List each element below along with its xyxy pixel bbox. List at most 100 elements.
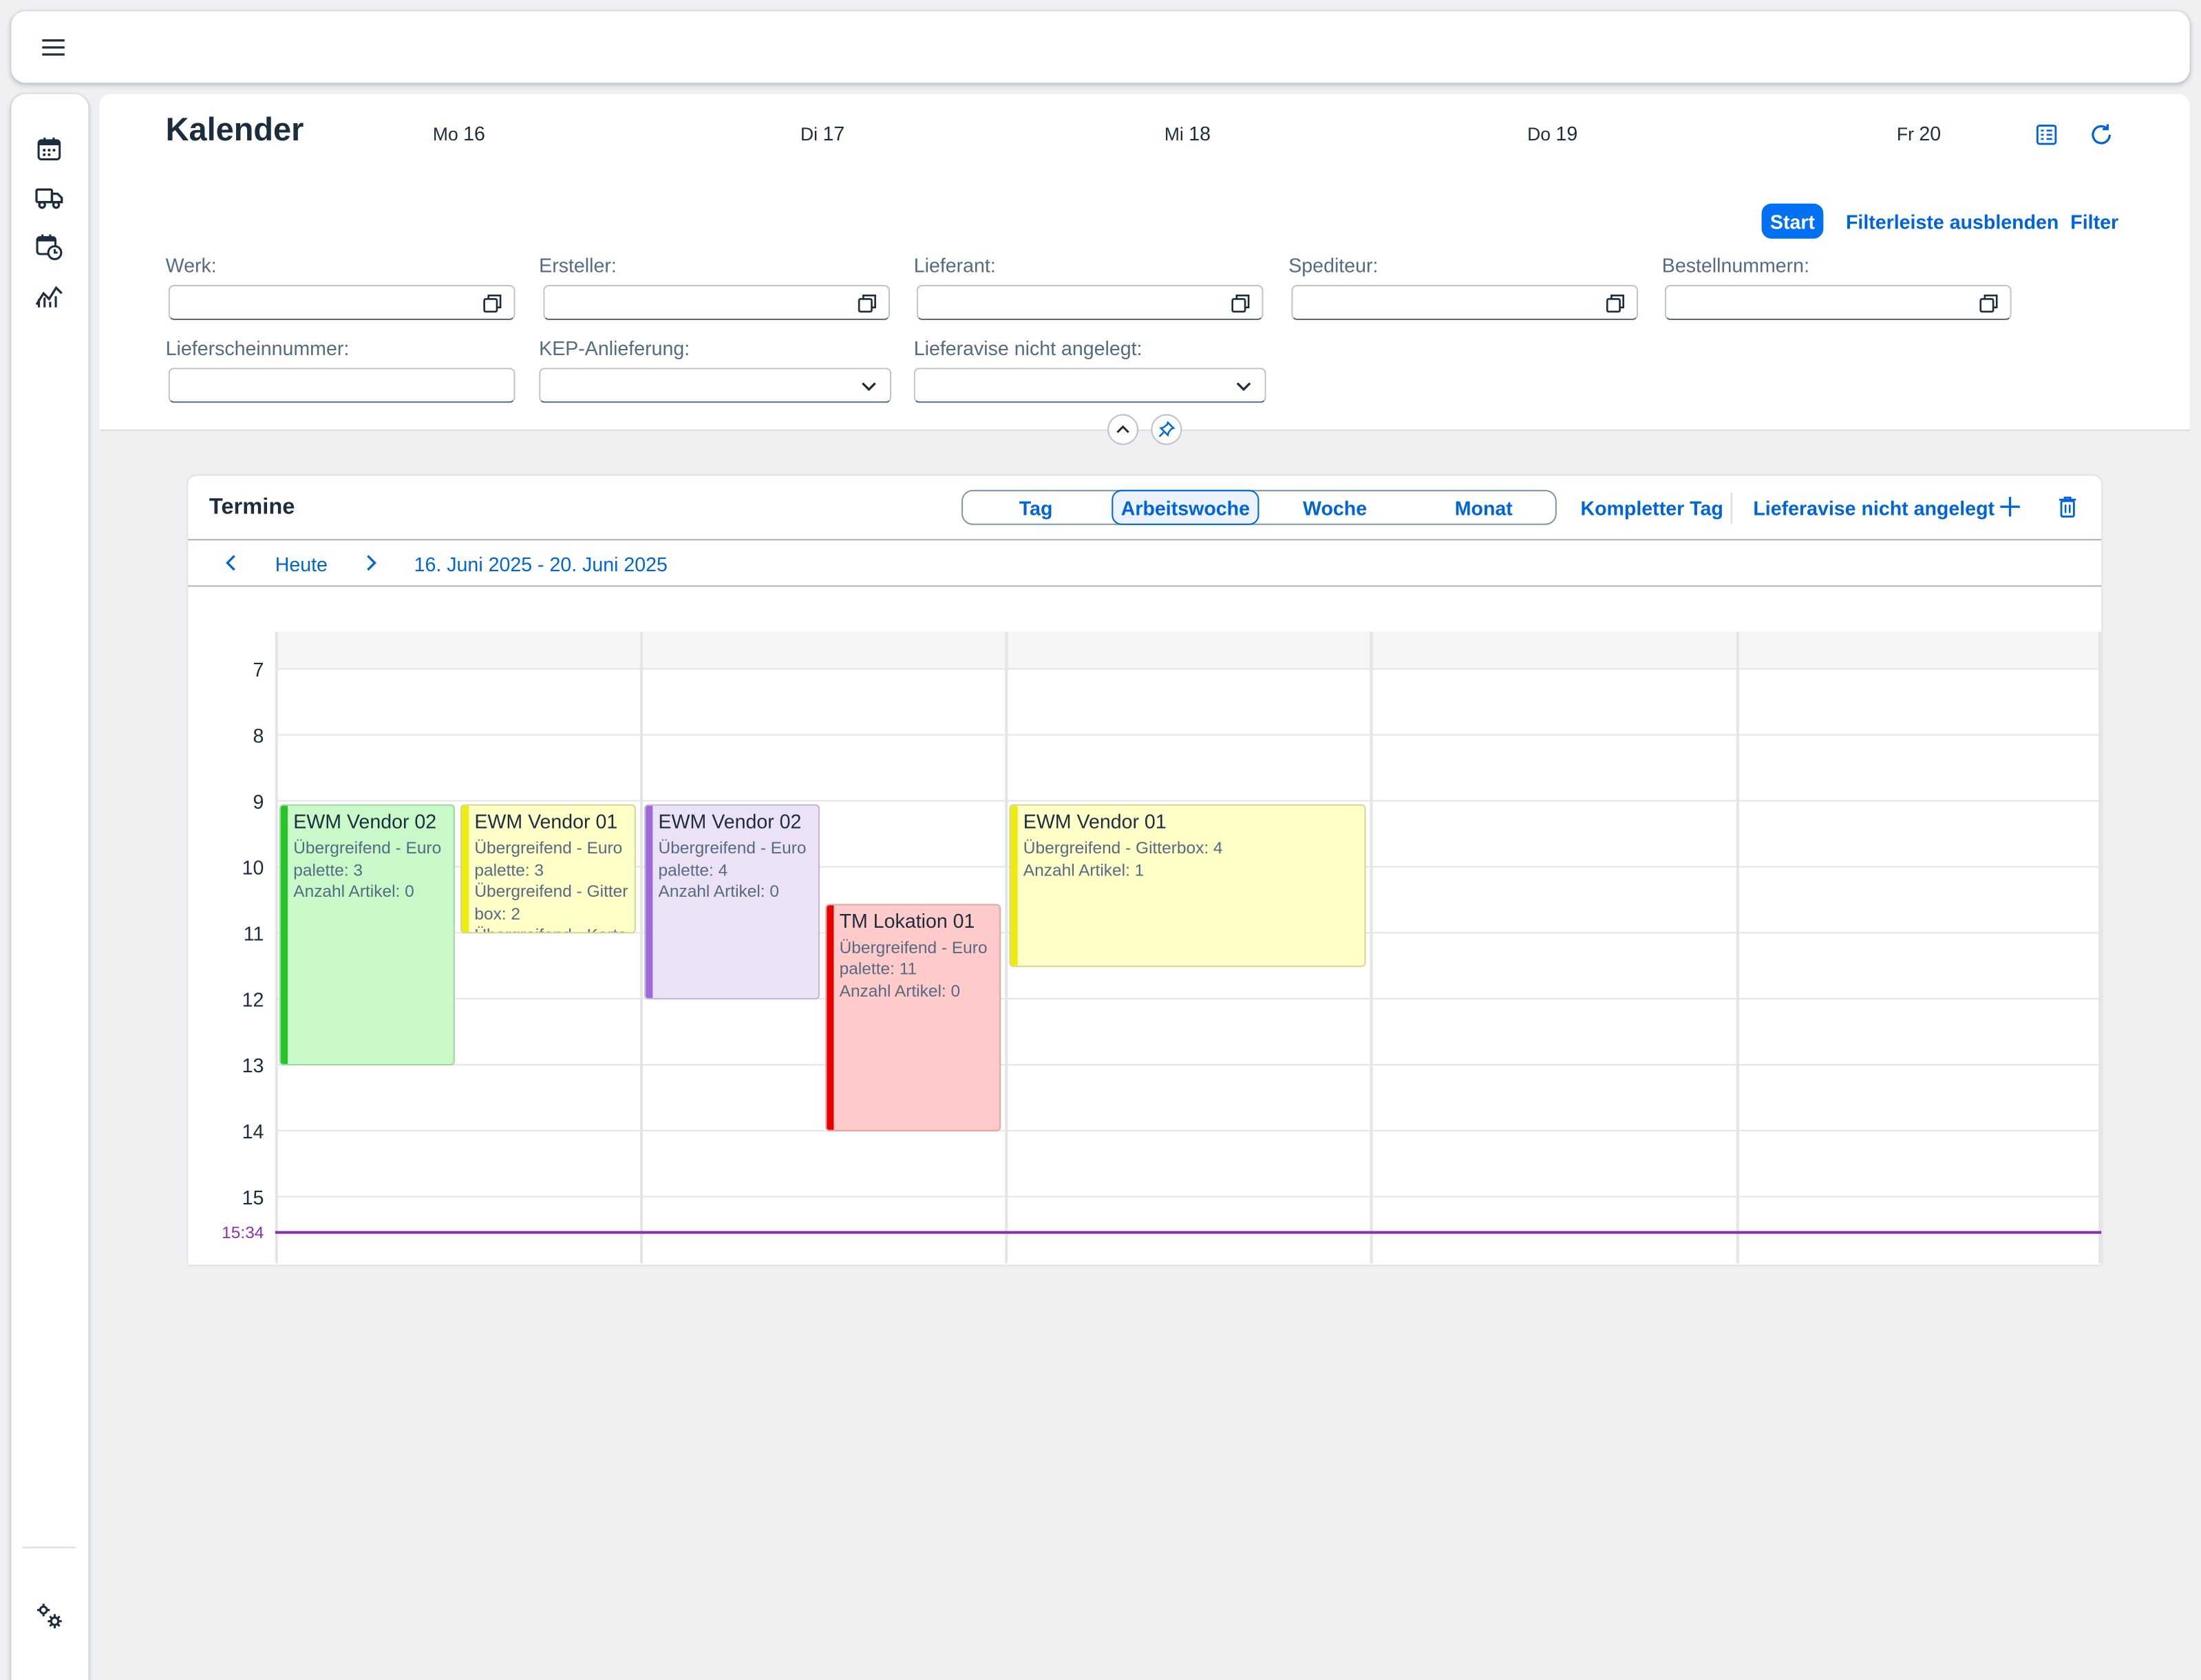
hour-label: 7	[253, 658, 264, 681]
ersteller-label: Ersteller:	[539, 254, 617, 277]
calendar-icon[interactable]	[31, 131, 67, 167]
collapse-header-button[interactable]	[1107, 414, 1139, 445]
lieferavise-select[interactable]	[913, 368, 1266, 403]
settings-icon[interactable]	[31, 1597, 67, 1634]
day-weekday: Fr	[1896, 123, 1914, 145]
all-day-row[interactable]	[275, 631, 2102, 668]
day-weekday: Di	[800, 123, 818, 145]
appointment-title: EWM Vendor 01	[474, 809, 618, 833]
bestellnummern-input[interactable]	[1664, 285, 2012, 321]
day-header[interactable]: Di 17	[640, 122, 1005, 145]
previous-icon[interactable]	[224, 553, 238, 580]
calendar-clock-icon[interactable]	[31, 228, 67, 265]
appointment[interactable]: EWM Vendor 01 Übergreifend - Gitterbox: 4…	[1009, 804, 1366, 967]
appointment[interactable]: EWM Vendor 01 Übergreifend - Europalette:…	[460, 804, 636, 934]
pin-header-button[interactable]	[1151, 414, 1182, 445]
hour-label: 12	[242, 988, 264, 1011]
day-header[interactable]: Fr 20	[1736, 122, 2101, 145]
spediteur-label: Spediteur:	[1288, 254, 1379, 277]
appointment-color-bar	[1010, 805, 1018, 966]
bestellnummern-label: Bestellnummern:	[1661, 254, 1810, 277]
view-arbeitswoche[interactable]: Arbeitswoche	[1112, 489, 1259, 525]
day-date: 17	[822, 122, 845, 145]
pin-icon	[1158, 421, 1176, 438]
today-button[interactable]: Heute	[275, 553, 328, 576]
hide-filterbar-button[interactable]: Filterleiste ausblenden	[1846, 211, 2059, 233]
appointment-title: EWM Vendor 02	[658, 809, 802, 833]
day-weekday: Do	[1527, 123, 1551, 145]
line-chart-icon[interactable]	[31, 278, 67, 315]
value-help-icon[interactable]	[858, 293, 878, 313]
lieferant-label: Lieferant:	[913, 254, 996, 277]
nav-separator	[22, 1546, 76, 1549]
day-weekday: Mo	[432, 123, 458, 145]
kep-select[interactable]	[539, 368, 892, 403]
day-column-line	[2098, 631, 2102, 1264]
day-column-line	[275, 631, 278, 1264]
werk-label: Werk:	[165, 254, 217, 277]
spediteur-input[interactable]	[1291, 285, 1639, 321]
appointment[interactable]: EWM Vendor 02 Übergreifend - Europalette:…	[279, 804, 455, 1065]
chevron-down-icon	[862, 382, 876, 392]
hour-line	[275, 998, 2102, 1000]
appointment-details: Übergreifend - Europalette: 4 Anzahl Art…	[658, 838, 807, 902]
filter-button[interactable]: Filter	[2070, 211, 2118, 233]
shell-bar	[11, 11, 2190, 83]
full-day-button[interactable]: Kompletter Tag	[1580, 497, 1723, 520]
appointment-color-bar	[646, 805, 653, 999]
toolbar-divider	[188, 539, 2102, 541]
appointment[interactable]: EWM Vendor 02 Übergreifend - Europalette:…	[644, 804, 820, 1000]
start-button[interactable]: Start	[1761, 203, 1824, 239]
nav-divider	[188, 585, 2102, 587]
value-help-icon[interactable]	[1979, 293, 1999, 313]
ersteller-input[interactable]	[543, 285, 891, 321]
date-range-picker[interactable]: 16. Juni 2025 - 20. Juni 2025	[414, 553, 668, 576]
hour-label: 11	[243, 922, 264, 945]
view-monat[interactable]: Monat	[1411, 491, 1557, 524]
day-column-line	[1370, 631, 1373, 1264]
hour-line	[275, 1195, 2102, 1198]
hour-line	[275, 800, 2102, 802]
value-help-icon[interactable]	[483, 293, 503, 313]
day-header[interactable]: Do 19	[1370, 122, 1735, 145]
delete-icon[interactable]	[2058, 496, 2078, 525]
hamburger-menu-icon[interactable]	[31, 25, 78, 70]
current-time-indicator	[275, 1231, 2102, 1234]
day-header[interactable]: Mo 16	[277, 122, 641, 145]
no-advice-button[interactable]: Lieferavise nicht angelegt	[1753, 497, 1995, 520]
werk-input[interactable]	[168, 285, 515, 321]
hour-line	[275, 668, 2102, 670]
truck-icon[interactable]	[31, 180, 67, 216]
hour-label: 10	[242, 856, 264, 879]
calendar-title: Termine	[209, 495, 295, 520]
appointment-details: Übergreifend - Europalette: 3 Übergreife…	[474, 838, 628, 933]
day-weekday: Mi	[1164, 123, 1184, 145]
next-icon[interactable]	[363, 553, 377, 580]
hour-label: 14	[242, 1120, 264, 1143]
appointment-color-bar	[280, 805, 288, 1064]
value-help-icon[interactable]	[1606, 293, 1626, 313]
appointment[interactable]: TM Lokation 01 Übergreifend - Europalette…	[825, 903, 1001, 1131]
appointment-details: Übergreifend - Europalette: 11 Anzahl Ar…	[839, 937, 988, 1001]
day-column-line	[1005, 631, 1008, 1264]
lieferscheinnummer-input[interactable]	[168, 368, 515, 403]
chevron-down-icon	[1236, 382, 1251, 392]
day-date: 20	[1919, 122, 1942, 145]
hour-line	[275, 1063, 2102, 1065]
view-tag[interactable]: Tag	[963, 491, 1109, 524]
lieferavise-label: Lieferavise nicht angelegt:	[913, 337, 1142, 360]
lieferant-input[interactable]	[916, 285, 1264, 321]
add-icon[interactable]	[1999, 496, 2021, 525]
appointment-title: EWM Vendor 02	[293, 809, 437, 833]
value-help-icon[interactable]	[1231, 293, 1251, 313]
view-woche[interactable]: Woche	[1262, 491, 1408, 524]
day-date: 16	[463, 122, 485, 145]
side-navigation	[11, 94, 89, 1680]
day-date: 18	[1189, 122, 1211, 145]
appointment-color-bar	[461, 805, 469, 933]
day-column-line	[640, 631, 644, 1264]
view-switch: Tag Arbeitswoche Woche Monat	[961, 489, 1557, 525]
day-header[interactable]: Mi 18	[1005, 122, 1370, 145]
appointment-title: EWM Vendor 01	[1023, 809, 1167, 833]
hour-label: 8	[253, 724, 264, 747]
